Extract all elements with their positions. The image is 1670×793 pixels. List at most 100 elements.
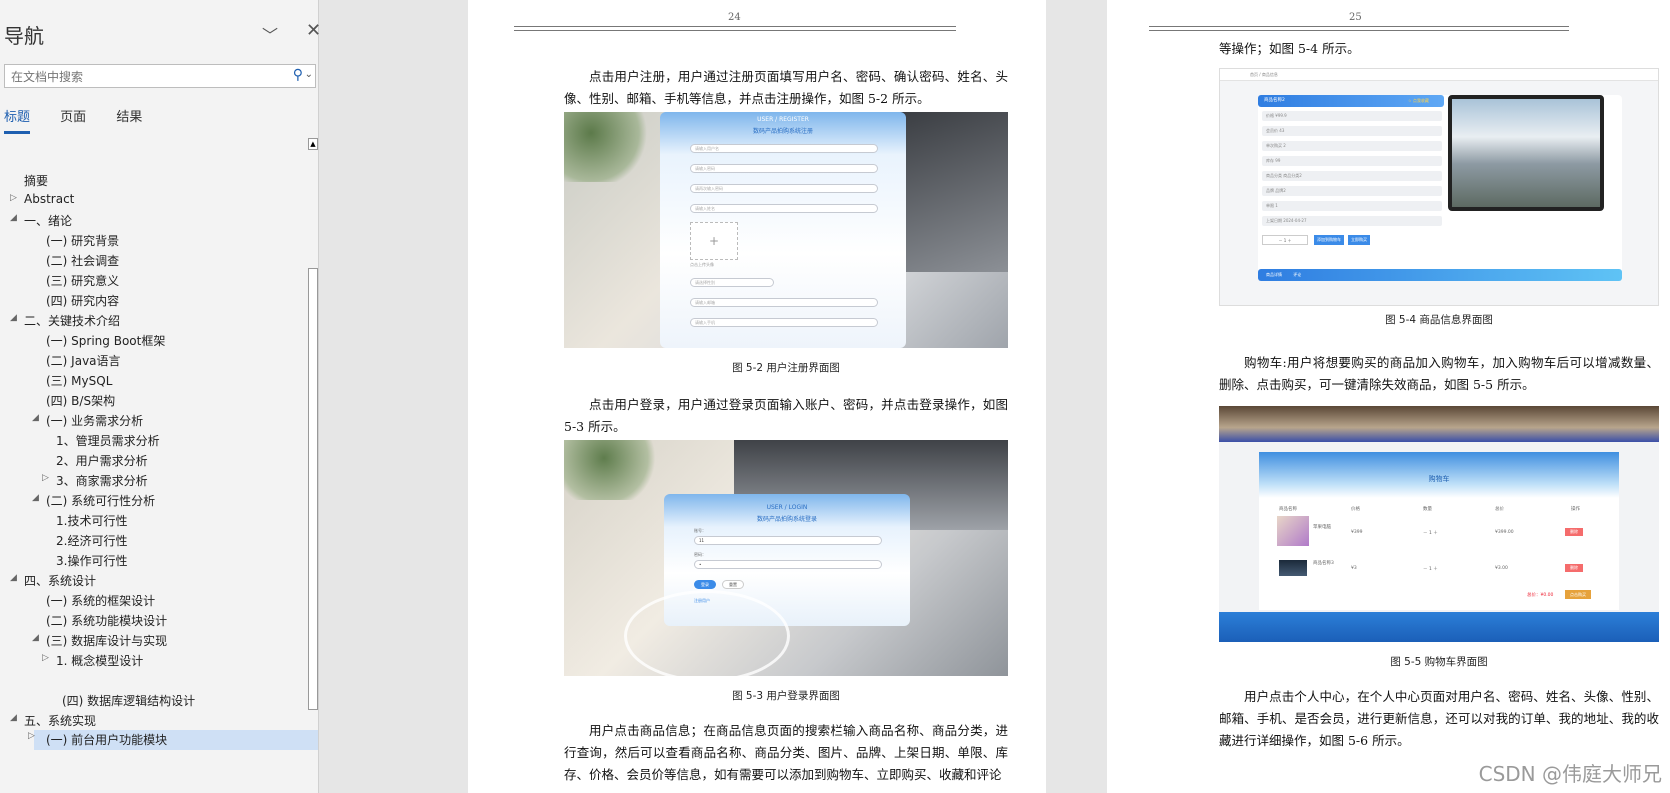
collapse-icon[interactable]: ◢ bbox=[32, 633, 39, 643]
nav-item[interactable]: ◢ (三) 数据库设计与实现 bbox=[32, 632, 167, 649]
delete-button[interactable]: 删除 bbox=[1565, 564, 1583, 572]
nav-item[interactable]: ▷ Abstract bbox=[10, 192, 74, 206]
nav-item[interactable]: ◢ (二) 系统可行性分析 bbox=[32, 492, 155, 509]
delete-button[interactable]: 删除 bbox=[1565, 528, 1583, 536]
quantity-stepper[interactable]: － 1 ＋ bbox=[1423, 530, 1438, 536]
tab-results[interactable]: 结果 bbox=[116, 106, 142, 131]
collapse-icon[interactable]: ◢ bbox=[32, 493, 39, 503]
collapse-icon[interactable]: ◢ bbox=[32, 413, 39, 423]
login-screenshot: USER / LOGIN 数码产品拍购系统登录 账号： 11 密码： • 登录 … bbox=[564, 440, 1008, 676]
paragraph: 等操作；如图 5-4 所示。 bbox=[1219, 41, 1360, 56]
figure-caption: 图 5-4 商品信息界面图 bbox=[1385, 314, 1493, 326]
nav-item[interactable]: (一) 系统的框架设计 bbox=[46, 592, 155, 609]
tab-comments[interactable]: 评论 bbox=[1293, 272, 1301, 277]
footer-bar bbox=[1219, 612, 1659, 642]
collapse-icon[interactable]: ◢ bbox=[10, 713, 17, 723]
collapse-icon[interactable]: ◢ bbox=[10, 573, 17, 583]
plant-image bbox=[564, 440, 664, 500]
chevron-down-icon[interactable]: ⌄ bbox=[305, 69, 313, 80]
paragraph: 购物车:用户将想要购买的商品加入购物车，加入购物车后可以增减数量、删除、点击购买… bbox=[1219, 355, 1659, 392]
nav-item[interactable]: 摘要 bbox=[24, 172, 48, 189]
nav-item[interactable]: (一) Spring Boot框架 bbox=[46, 332, 165, 349]
nav-item[interactable]: 2.经济可行性 bbox=[56, 532, 127, 549]
reset-button[interactable]: 重置 bbox=[722, 580, 744, 589]
product-tabs: 商品详情 评论 bbox=[1258, 269, 1622, 281]
figure-caption: 图 5-5 购物车界面图 bbox=[1390, 656, 1488, 668]
search-icon[interactable]: ⚲ bbox=[293, 67, 303, 83]
product-screenshot: 首页 / 商品信息 商品名称2 ☆ 点我收藏 价格 ¥99.9 会员价 43 单… bbox=[1219, 68, 1659, 306]
product-image bbox=[1448, 95, 1604, 211]
checkout-button[interactable]: 点击购买 bbox=[1565, 590, 1591, 599]
nav-title: 导航 bbox=[4, 24, 44, 48]
nav-item[interactable]: ◢ 五、系统实现 bbox=[10, 712, 96, 729]
nav-item[interactable]: 3.操作可行性 bbox=[56, 552, 127, 569]
nav-tabs: 标题 页面 结果 bbox=[4, 106, 168, 134]
cart-header-wave: 购物车 bbox=[1259, 452, 1619, 498]
headphone-cable-image bbox=[624, 590, 790, 676]
nav-item[interactable]: 1.技术可行性 bbox=[56, 512, 127, 529]
nav-item[interactable]: ◢ 二、关键技术介绍 bbox=[10, 312, 120, 329]
nav-item[interactable]: (四) 研究内容 bbox=[46, 292, 119, 309]
cart-total: 总价：¥0.00 bbox=[1527, 593, 1554, 598]
tab-headings[interactable]: 标题 bbox=[4, 106, 31, 134]
nav-item-selected[interactable]: ▷ (一) 前台用户功能模块 bbox=[28, 730, 318, 750]
register-screenshot: USER / REGISTER 数码产品拍购系统注册 请输入用户名 请输入密码 … bbox=[564, 112, 1008, 348]
nav-item[interactable]: ◢ 四、系统设计 bbox=[10, 572, 96, 589]
paragraph: 点击用户注册，用户通过注册页面填写用户名、密码、确认密码、姓名、头像、性别、邮箱… bbox=[564, 69, 1008, 106]
figure-caption: 图 5-2 用户注册界面图 bbox=[732, 362, 840, 374]
nav-item[interactable]: (二) Java语言 bbox=[46, 352, 121, 369]
nav-item[interactable]: ▷ 3、商家需求分析 bbox=[42, 472, 148, 489]
navigation-pane: 导航 ﹀ ✕ ⚲ ⌄ 标题 页面 结果 ▲ 摘要 ▷Abstract ◢一、绪论… bbox=[0, 0, 321, 793]
nav-item[interactable]: (二) 系统功能模块设计 bbox=[46, 612, 167, 629]
laptop-image bbox=[898, 112, 1008, 272]
scroll-thumb[interactable] bbox=[308, 268, 318, 710]
figure-caption: 图 5-3 用户登录界面图 bbox=[732, 690, 840, 702]
nav-item[interactable]: 1、管理员需求分析 bbox=[56, 432, 160, 449]
nav-item[interactable]: (二) 社会调查 bbox=[46, 252, 119, 269]
expand-icon[interactable]: ▷ bbox=[28, 731, 35, 741]
collapse-icon[interactable]: ◢ bbox=[10, 313, 17, 323]
collapse-icon[interactable]: ◢ bbox=[10, 213, 17, 223]
watermark: CSDN @伟庭大师兄 bbox=[1478, 762, 1662, 786]
paragraph: 用户点击商品信息；在商品信息页面的搜索栏输入商品名称、商品分类，进行查询，然后可… bbox=[564, 723, 1008, 782]
product-thumbnail bbox=[1279, 560, 1307, 576]
quantity-stepper[interactable]: － 1 ＋ bbox=[1262, 235, 1308, 245]
nav-scrollbar[interactable]: ▲ bbox=[308, 138, 318, 718]
tab-product-detail[interactable]: 商品详情 bbox=[1266, 272, 1282, 277]
paragraph: 用户点击个人中心，在个人中心页面对用户名、密码、姓名、头像、性别、邮箱、手机、是… bbox=[1219, 689, 1659, 748]
nav-item[interactable]: (四) B/S架构 bbox=[46, 392, 115, 409]
login-button[interactable]: 登录 bbox=[694, 580, 716, 589]
expand-icon[interactable]: ▷ bbox=[42, 473, 49, 483]
add-to-cart-button[interactable]: 添加到购物车 bbox=[1314, 235, 1344, 245]
tab-pages[interactable]: 页面 bbox=[60, 106, 86, 131]
expand-icon[interactable]: ▷ bbox=[10, 193, 17, 203]
product-card: 商品名称2 ☆ 点我收藏 价格 ¥99.9 会员价 43 单次购买 2 库存 9… bbox=[1258, 95, 1622, 273]
nav-item[interactable]: 2、用户需求分析 bbox=[56, 452, 148, 469]
page-number: 25 bbox=[1349, 12, 1362, 23]
nav-item[interactable]: (四) 数据库逻辑结构设计 bbox=[62, 692, 195, 709]
scroll-up-icon[interactable]: ▲ bbox=[308, 138, 318, 150]
upload-plus-icon[interactable]: + bbox=[690, 222, 738, 260]
nav-search-box[interactable]: ⚲ ⌄ bbox=[4, 64, 316, 89]
chevron-down-icon[interactable]: ﹀ bbox=[262, 22, 278, 46]
quantity-stepper[interactable]: － 1 ＋ bbox=[1423, 566, 1438, 572]
nav-item[interactable]: (三) MySQL bbox=[46, 372, 112, 389]
nav-item[interactable]: ◢ 一、绪论 bbox=[10, 212, 72, 229]
close-icon[interactable]: ✕ bbox=[306, 20, 321, 41]
search-input[interactable] bbox=[5, 65, 283, 89]
paragraph: 点击用户登录，用户通过登录页面输入账户、密码，并点击登录操作，如图 5-3 所示… bbox=[564, 397, 1008, 434]
product-thumbnail bbox=[1277, 516, 1309, 546]
nav-item[interactable]: ◢ (一) 业务需求分析 bbox=[32, 412, 143, 429]
nav-item[interactable]: (三) 研究意义 bbox=[46, 272, 119, 289]
register-form: USER / REGISTER 数码产品拍购系统注册 请输入用户名 请输入密码 … bbox=[660, 112, 906, 348]
page-number: 24 bbox=[728, 12, 741, 23]
document-page-24: 24 点击用户注册，用户通过注册页面填写用户名、密码、确认密码、姓名、头像、性别… bbox=[468, 0, 1046, 793]
favorite-button[interactable]: ☆ 点我收藏 bbox=[1408, 98, 1429, 104]
nav-item[interactable]: (一) 研究背景 bbox=[46, 232, 119, 249]
buy-now-button[interactable]: 立即购买 bbox=[1348, 235, 1370, 245]
nav-item[interactable]: ▷ 1. 概念模型设计 bbox=[42, 652, 143, 669]
cart-screenshot: 购物车 商品名称 价格 数量 总价 操作 苹果电脑 ¥399 － 1 ＋ ¥39… bbox=[1219, 406, 1659, 642]
banner-image bbox=[1219, 406, 1659, 442]
expand-icon[interactable]: ▷ bbox=[42, 653, 49, 663]
document-page-25: 25 等操作；如图 5-4 所示。 首页 / 商品信息 商品名称2 ☆ 点我收藏… bbox=[1107, 0, 1670, 793]
